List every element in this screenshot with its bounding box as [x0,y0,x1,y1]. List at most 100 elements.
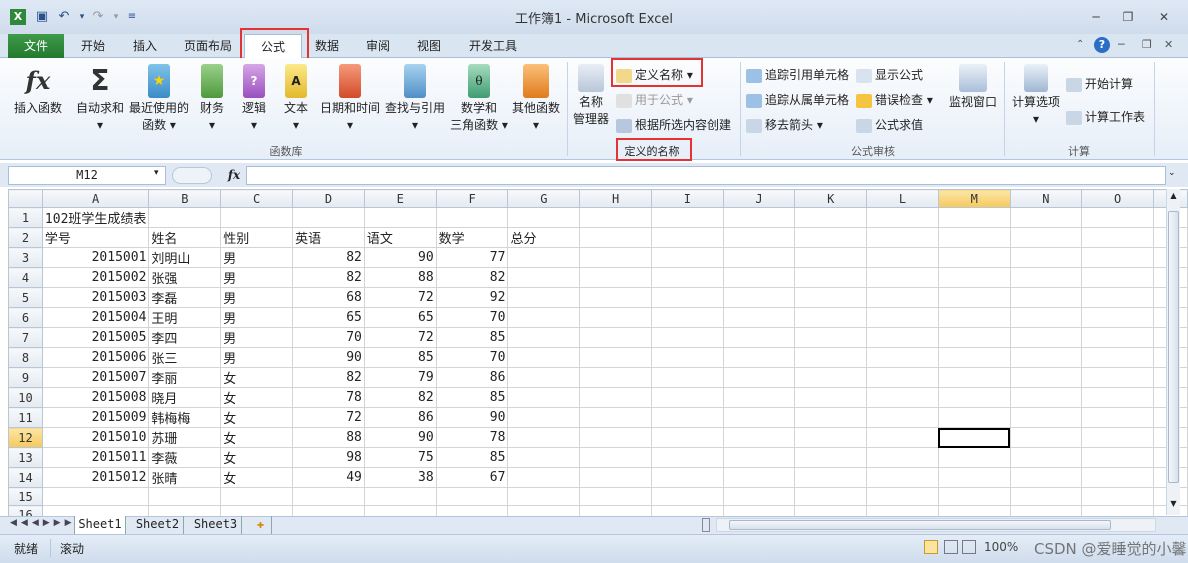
row-header-9[interactable]: 9 [8,367,43,388]
tab-page-layout[interactable]: 页面布局 [176,34,240,58]
define-name-button[interactable]: 定义名称 ▾ [616,65,693,85]
cell-m4[interactable] [937,267,1011,288]
column-header-d[interactable]: D [292,189,365,208]
cell-b9[interactable]: 李丽 [148,367,222,388]
cell-b4[interactable]: 张强 [148,267,222,288]
cell-e1[interactable] [363,207,437,228]
cell-g15[interactable] [507,487,581,506]
column-header-h[interactable]: H [579,189,652,208]
remove-arrows-button[interactable]: 移去箭头 ▾ [746,115,823,135]
autosum-button[interactable]: Σ 自动求和 ▾ [74,62,126,140]
column-header-m[interactable]: M [937,189,1011,208]
cell-n11[interactable] [1009,407,1083,428]
cell-i6[interactable] [650,307,724,328]
error-checking-button[interactable]: 错误检查 ▾ [856,90,933,110]
cell-e2[interactable]: 语文 [363,227,437,248]
trace-precedents-button[interactable]: 追踪引用单元格 [746,65,849,85]
cell-l2[interactable] [866,227,939,248]
cell-n5[interactable] [1009,287,1083,308]
cell-f14[interactable]: 67 [435,467,509,488]
cell-k13[interactable] [794,447,868,468]
cell-b13[interactable]: 李薇 [148,447,222,468]
cell-o1[interactable] [1081,207,1154,228]
cell-g7[interactable] [507,327,581,348]
trace-dependents-button[interactable]: 追踪从属单元格 [746,90,849,110]
cell-l12[interactable] [866,427,939,448]
cell-e14[interactable]: 38 [363,467,437,488]
formula-bar-divider[interactable] [172,167,212,184]
cell-f6[interactable]: 70 [435,307,509,328]
cell-b10[interactable]: 晓月 [148,387,222,408]
cell-c14[interactable]: 女 [220,467,294,488]
calc-now-button[interactable]: 开始计算 [1066,74,1133,94]
sheet-tab-sheet2[interactable]: Sheet2 [132,516,184,534]
cell-g10[interactable] [507,387,581,408]
column-header-k[interactable]: K [794,189,868,208]
cell-e8[interactable]: 85 [363,347,437,368]
row-header-8[interactable]: 8 [8,347,43,368]
cell-c1[interactable] [220,207,294,228]
cell-l11[interactable] [866,407,939,428]
cell-k4[interactable] [794,267,868,288]
vertical-scrollbar[interactable]: ▲ ▼ [1166,189,1180,515]
cell-a4[interactable]: 2015002 [41,267,150,288]
cell-h10[interactable] [579,387,652,408]
cell-h5[interactable] [579,287,652,308]
cell-j15[interactable] [722,487,796,506]
cell-e7[interactable]: 72 [363,327,437,348]
insert-sheet-icon[interactable]: ✚ [250,516,272,534]
calc-sheet-button[interactable]: 计算工作表 [1066,107,1145,127]
cell-o2[interactable] [1081,227,1154,248]
column-header-b[interactable]: B [148,189,222,208]
page-layout-view-icon[interactable] [944,540,958,554]
cell-b7[interactable]: 李四 [148,327,222,348]
cell-m1[interactable] [937,207,1011,228]
tab-file[interactable]: 文件 [8,34,64,58]
cell-b6[interactable]: 王明 [148,307,222,328]
cell-g5[interactable] [507,287,581,308]
cell-m15[interactable] [937,487,1011,506]
recently-used-button[interactable]: ★ 最近使用的 函数 ▾ [128,62,190,140]
column-header-g[interactable]: G [507,189,581,208]
cell-e12[interactable]: 90 [363,427,437,448]
column-header-o[interactable]: O [1081,189,1154,208]
tab-formulas[interactable]: 公式 [244,34,302,59]
restore-icon[interactable]: ❐ [1114,8,1142,26]
column-header-l[interactable]: L [866,189,939,208]
cell-b1[interactable] [148,207,222,228]
cell-k6[interactable] [794,307,868,328]
zoom-level[interactable]: 100% [984,540,1018,554]
cell-o9[interactable] [1081,367,1154,388]
cell-o11[interactable] [1081,407,1154,428]
cell-m2[interactable] [937,227,1011,248]
insert-function-button[interactable]: fx 插入函数 [8,62,68,140]
cell-i1[interactable] [650,207,724,228]
cell-n7[interactable] [1009,327,1083,348]
cell-c8[interactable]: 男 [220,347,294,368]
cell-j13[interactable] [722,447,796,468]
cell-g3[interactable] [507,247,581,268]
cell-j8[interactable] [722,347,796,368]
cell-h11[interactable] [579,407,652,428]
cell-c3[interactable]: 男 [220,247,294,268]
cell-i4[interactable] [650,267,724,288]
page-break-view-icon[interactable] [962,540,976,554]
cell-f13[interactable]: 85 [435,447,509,468]
cell-m8[interactable] [937,347,1011,368]
cell-k10[interactable] [794,387,868,408]
cell-k9[interactable] [794,367,868,388]
cell-l8[interactable] [866,347,939,368]
cell-m14[interactable] [937,467,1011,488]
cell-c12[interactable]: 女 [220,427,294,448]
cell-n9[interactable] [1009,367,1083,388]
cell-l6[interactable] [866,307,939,328]
cell-f8[interactable]: 70 [435,347,509,368]
cell-h7[interactable] [579,327,652,348]
cell-e13[interactable]: 75 [363,447,437,468]
cell-c10[interactable]: 女 [220,387,294,408]
tab-home[interactable]: 开始 [70,34,116,58]
cell-g4[interactable] [507,267,581,288]
cell-d12[interactable]: 88 [292,427,365,448]
cell-d14[interactable]: 49 [292,467,365,488]
cell-n10[interactable] [1009,387,1083,408]
